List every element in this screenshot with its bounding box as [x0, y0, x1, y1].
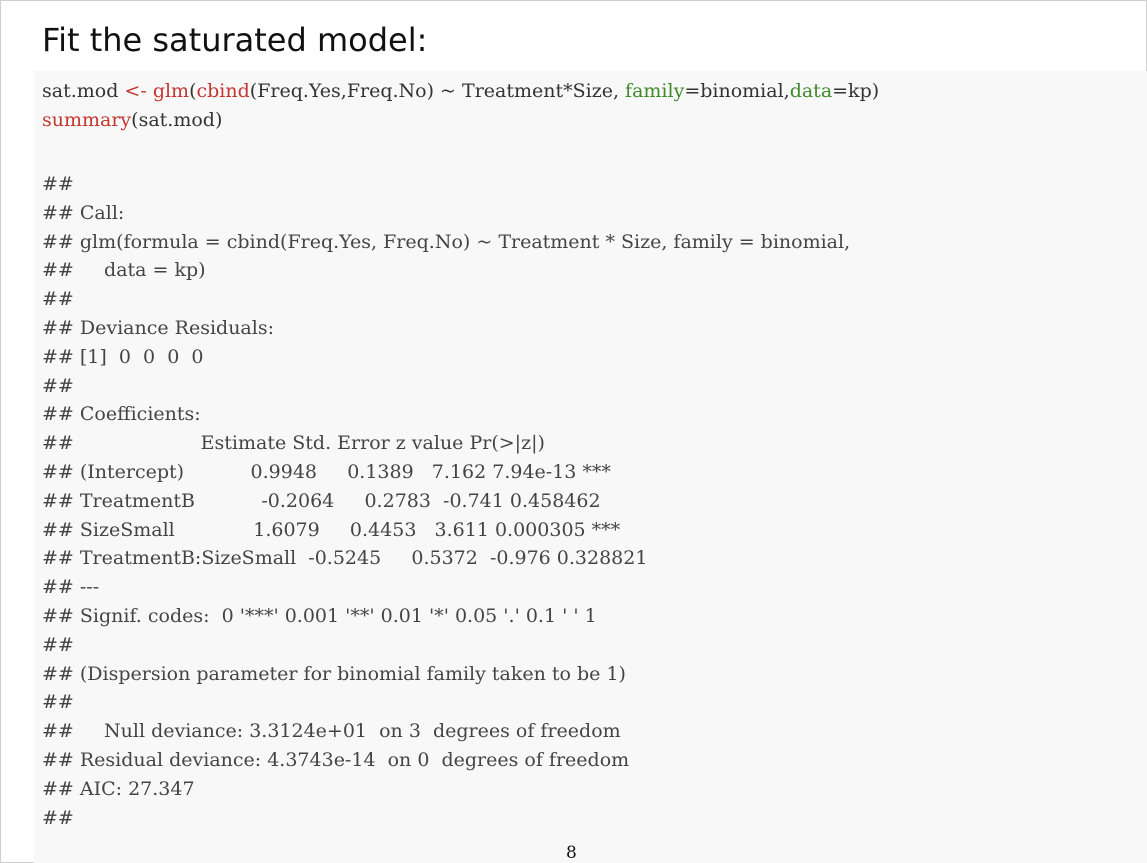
output-line: ## Null deviance: 3.3124e+01 on 3 degree…	[42, 720, 621, 743]
output-line: ## [1] 0 0 0 0	[42, 345, 204, 368]
output-line: ## Estimate Std. Error z value Pr(>|z|)	[42, 432, 545, 455]
output-line: ## Residual deviance: 4.3743e-14 on 0 de…	[42, 749, 630, 771]
output-line: ## TreatmentB -0.2064 0.2783 -0.741 0.45…	[42, 489, 601, 512]
output-line: ## Coefficients:	[42, 403, 201, 426]
code-token: =kp)	[832, 80, 880, 102]
page-number: 8	[566, 843, 577, 863]
code-token: sat.mod	[42, 80, 125, 102]
output-line: ## SizeSmall 1.6079 0.4453 3.611 0.00030…	[42, 518, 621, 541]
output-line: ##	[42, 374, 74, 397]
code-line-glm-call: sat.mod <- glm(cbind(Freq.Yes,Freq.No) ~…	[42, 77, 879, 106]
code-token: glm	[152, 80, 190, 102]
output-line: ##	[42, 691, 74, 714]
code-token: family	[625, 80, 685, 102]
output-line: ## (Intercept) 0.9948 0.1389 7.162 7.94e…	[42, 461, 611, 483]
output-line: ## (Dispersion parameter for binomial fa…	[42, 662, 626, 685]
code-token: cbind	[196, 80, 250, 102]
output-line: ## AIC: 27.347	[42, 777, 195, 800]
code-token: summary	[42, 109, 132, 131]
code-token: <-	[124, 80, 147, 102]
output-line: ##	[42, 288, 74, 311]
output-line: ## data = kp)	[42, 259, 206, 282]
code-token: =binomial,	[684, 80, 790, 102]
code-line-summary-call: summary(sat.mod)	[42, 106, 222, 135]
output-line: ## glm(formula = cbind(Freq.Yes, Freq.No…	[42, 230, 851, 253]
output-line: ## Deviance Residuals:	[42, 317, 274, 339]
output-line: ##	[42, 633, 74, 656]
code-token: (Freq.Yes,Freq.No) ~ Treatment*Size,	[249, 80, 626, 102]
output-line: ## TreatmentB:SizeSmall -0.5245 0.5372 -…	[42, 547, 648, 570]
output-line: ##	[42, 173, 74, 195]
output-line: ## Call:	[42, 201, 125, 224]
code-token: data	[789, 80, 833, 102]
slide-heading: Fit the saturated model:	[42, 21, 428, 59]
output-line: ## ---	[42, 576, 100, 599]
code-token: (	[189, 80, 197, 102]
code-token: (sat.mod)	[131, 109, 223, 131]
output-line: ## Signif. codes: 0 '***' 0.001 '**' 0.0…	[42, 605, 597, 627]
output-line: ##	[42, 806, 74, 829]
